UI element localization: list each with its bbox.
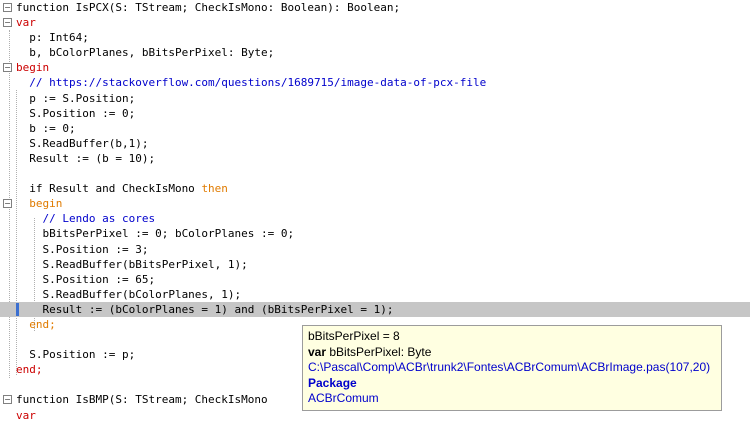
fold-toggle-icon[interactable]: − — [3, 3, 12, 12]
code-text: S.ReadBuffer(b,1); — [16, 136, 149, 150]
code-line[interactable]: S.ReadBuffer(bBitsPerPixel, 1); — [0, 257, 750, 272]
code-line[interactable]: p := S.Position; — [0, 91, 750, 106]
code-text: S.Position := 0; — [16, 106, 136, 120]
code-line[interactable]: S.Position := 65; — [0, 272, 750, 287]
code-keyword: then — [201, 182, 228, 196]
code-text: Result := (bColorPlanes = 1) and (bBitsP… — [16, 302, 394, 316]
code-text: function IsPCX(S: TStream; CheckIsMono: … — [16, 1, 401, 14]
code-keyword: begin — [16, 197, 63, 211]
current-line-marker — [16, 302, 19, 316]
code-text: S.ReadBuffer(bBitsPerPixel, 1); — [16, 257, 248, 271]
tooltip-declaration: var bBitsPerPixel: Byte — [308, 345, 716, 361]
tooltip-decl-rest: bBitsPerPixel: Byte — [326, 344, 432, 359]
tooltip-package-heading: Package — [308, 375, 357, 390]
code-text: p := S.Position; — [16, 91, 136, 105]
code-text: function IsBMP(S: TStream; CheckIsMono — [16, 393, 268, 407]
code-line-current[interactable]: Result := (bColorPlanes = 1) and (bBitsP… — [0, 301, 750, 317]
code-line[interactable]: p: Int64; — [0, 30, 750, 45]
code-text: b, bColorPlanes, bBitsPerPixel: Byte; — [16, 46, 275, 60]
tooltip-decl-keyword: var — [308, 344, 327, 359]
code-line[interactable] — [0, 166, 750, 181]
code-text: p: Int64; — [16, 31, 89, 45]
code-line[interactable]: if Result and CheckIsMono then — [0, 181, 750, 196]
code-keyword: end; — [16, 363, 43, 377]
code-text: b := 0; — [16, 121, 76, 135]
code-text: S.Position := 3; — [16, 242, 149, 256]
code-line[interactable]: S.ReadBuffer(b,1); — [0, 136, 750, 151]
code-keyword: var — [16, 408, 36, 422]
code-line[interactable]: S.Position := 0; — [0, 106, 750, 121]
code-line[interactable]: // Lendo as cores — [0, 211, 750, 226]
code-line[interactable]: S.ReadBuffer(bColorPlanes, 1); — [0, 287, 750, 302]
fold-toggle-icon[interactable]: − — [3, 18, 12, 28]
code-line[interactable]: // https://stackoverflow.com/questions/1… — [0, 75, 750, 90]
code-line[interactable]: − begin — [0, 196, 750, 211]
code-keyword: begin — [16, 61, 50, 75]
code-line[interactable]: b, bColorPlanes, bBitsPerPixel: Byte; — [0, 45, 750, 60]
code-line[interactable]: Result := (b = 10); — [0, 151, 750, 166]
code-keyword: end; — [16, 317, 56, 331]
hover-hint-tooltip: bBitsPerPixel = 8 var bBitsPerPixel: Byt… — [302, 325, 722, 411]
code-text: S.Position := p; — [16, 348, 136, 362]
code-comment: // Lendo as cores — [16, 212, 156, 226]
code-line[interactable]: − function IsPCX(S: TStream; CheckIsMono:… — [0, 0, 750, 15]
code-keyword: var — [16, 16, 36, 30]
code-text: S.Position := 65; — [16, 272, 156, 286]
code-line[interactable]: b := 0; — [0, 121, 750, 136]
code-text: Result := (b = 10); — [16, 151, 156, 165]
tooltip-source-path-link[interactable]: C:\Pascal\Comp\ACBr\trunk2\Fontes\ACBrCo… — [308, 360, 716, 376]
code-text: bBitsPerPixel := 0; bColorPlanes := 0; — [16, 227, 295, 241]
fold-toggle-icon[interactable]: − — [3, 63, 12, 73]
code-editor[interactable]: − function IsPCX(S: TStream; CheckIsMono:… — [0, 0, 750, 424]
code-line[interactable]: bBitsPerPixel := 0; bColorPlanes := 0; — [0, 226, 750, 241]
fold-toggle-icon[interactable]: − — [3, 395, 12, 405]
code-line[interactable]: − begin — [0, 60, 750, 75]
code-text: if Result and CheckIsMono — [16, 182, 202, 196]
fold-toggle-icon[interactable]: − — [3, 199, 12, 209]
code-text: S.ReadBuffer(bColorPlanes, 1); — [16, 287, 242, 301]
tooltip-package-name: ACBrComum — [308, 391, 379, 405]
code-line[interactable]: − var — [0, 15, 750, 30]
tooltip-value-line: bBitsPerPixel = 8 — [308, 329, 400, 343]
code-comment: // https://stackoverflow.com/questions/1… — [16, 76, 487, 90]
code-line[interactable]: S.Position := 3; — [0, 242, 750, 257]
